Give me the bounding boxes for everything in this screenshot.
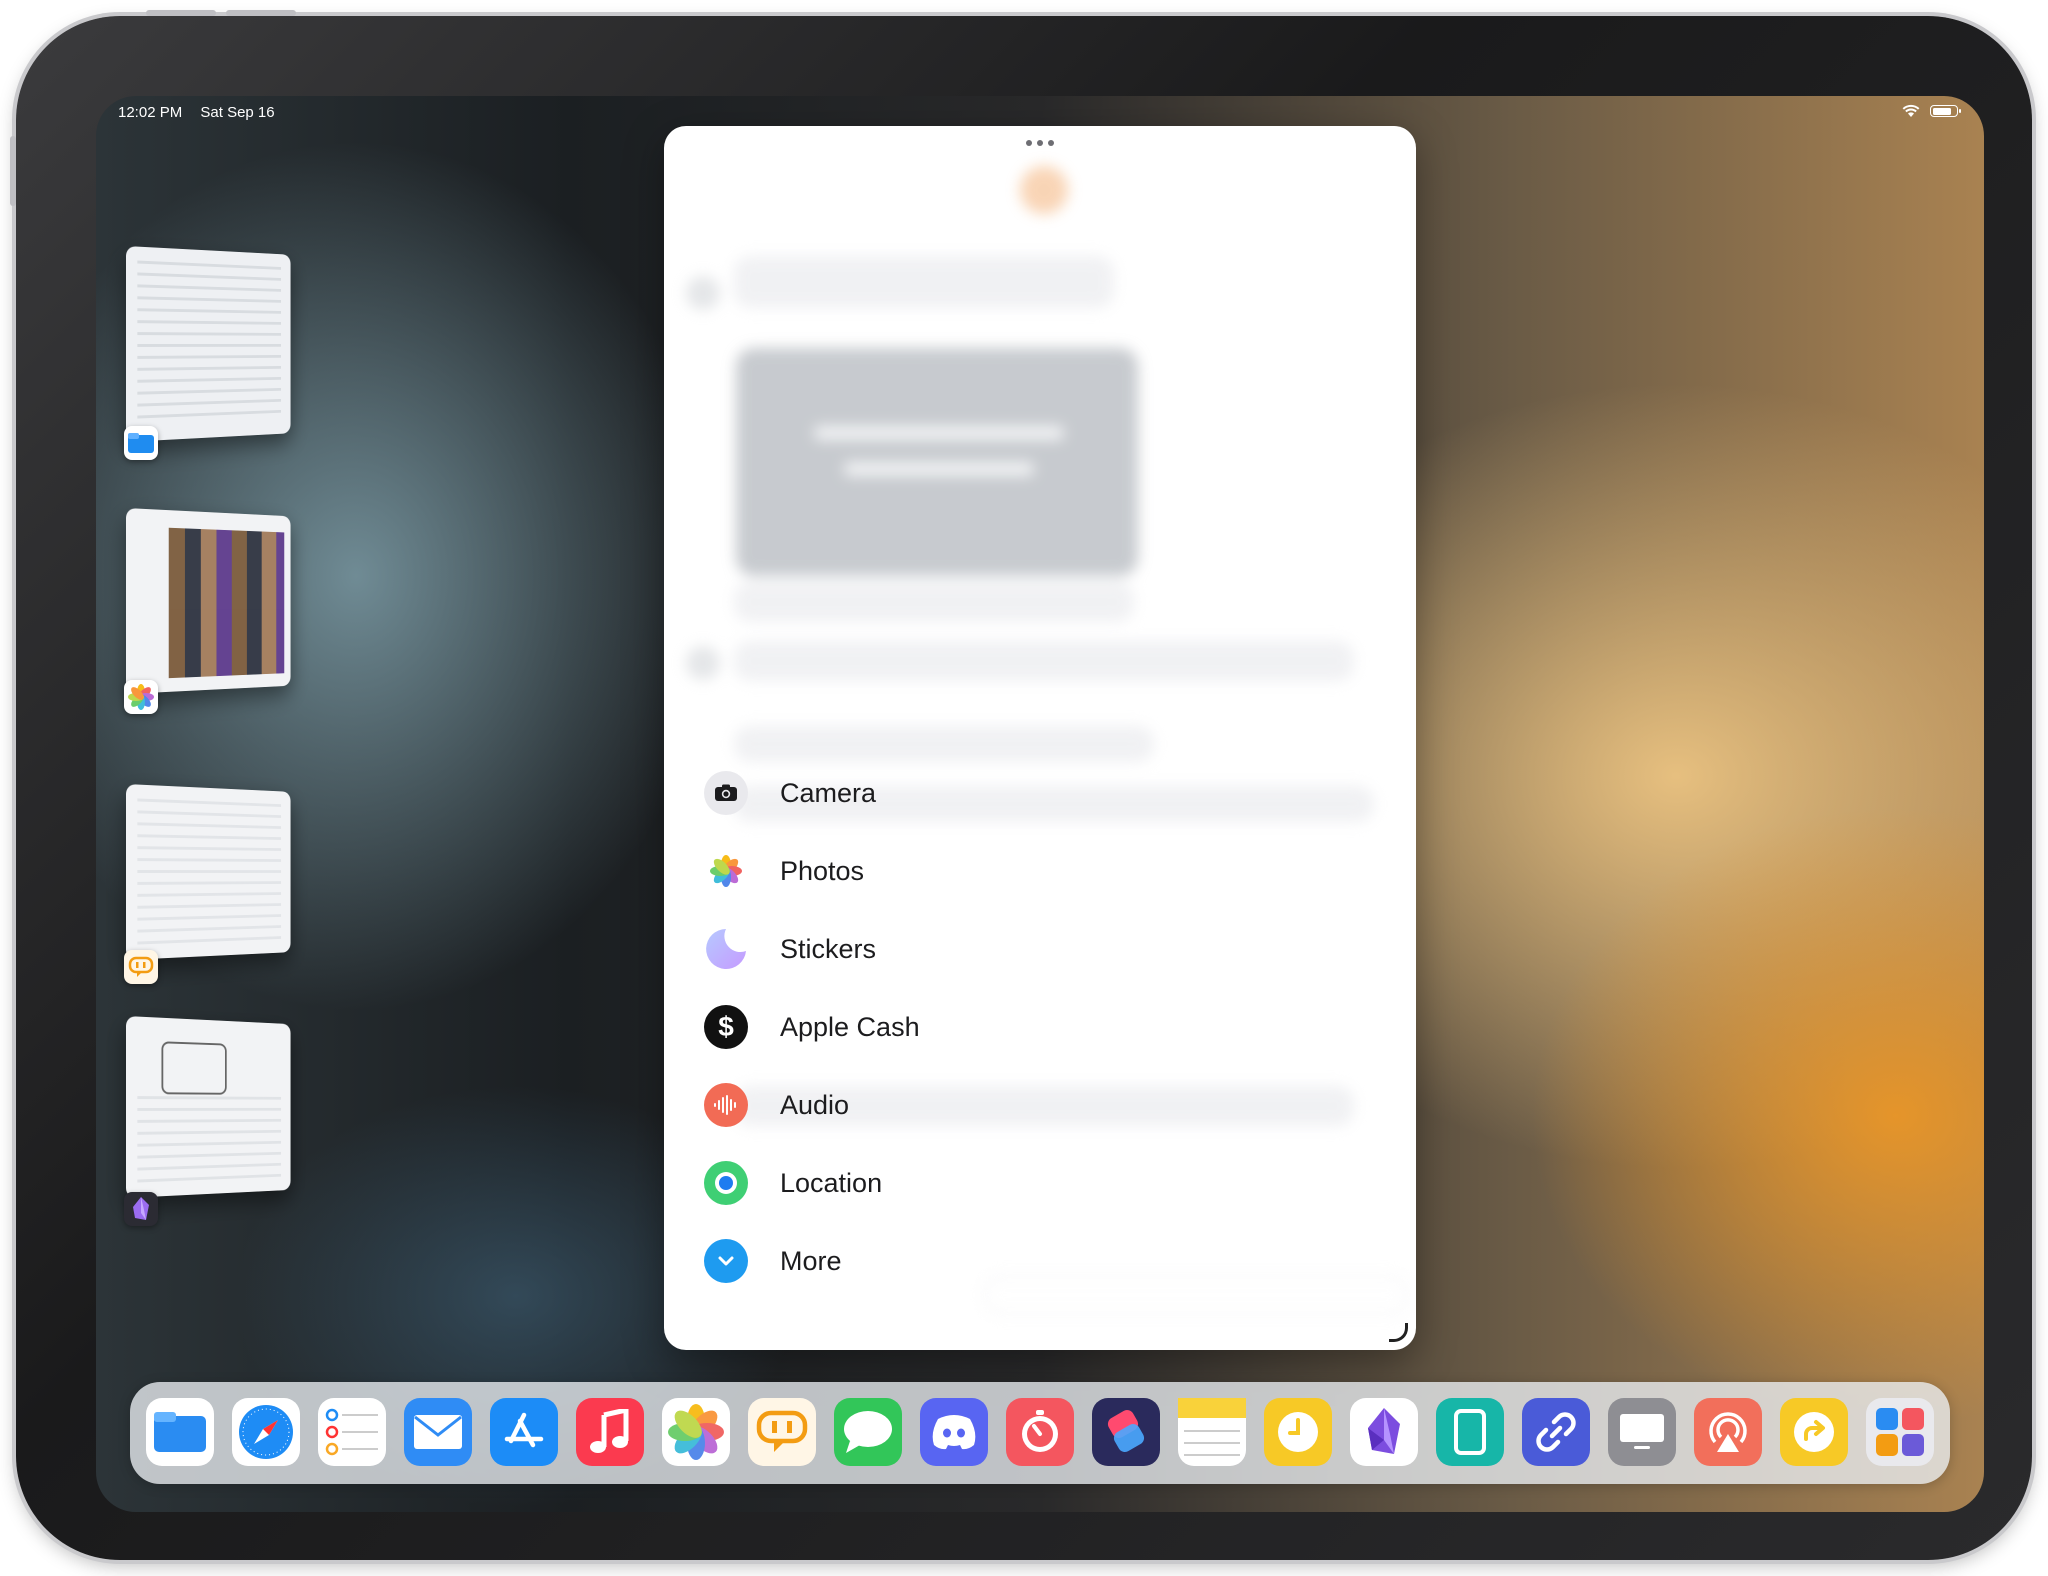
attachment-menu: Camera Photos Stickers $ Apple Cash Audi… bbox=[704, 754, 920, 1300]
airplay-icon bbox=[1709, 1412, 1747, 1452]
status-date: Sat Sep 16 bbox=[200, 104, 275, 121]
menu-item-camera[interactable]: Camera bbox=[704, 754, 920, 832]
link-icon bbox=[1536, 1412, 1576, 1452]
dock-app-files[interactable] bbox=[146, 1398, 214, 1466]
notes-icon bbox=[1178, 1398, 1246, 1456]
timer-icon bbox=[1022, 1410, 1058, 1452]
mail-icon bbox=[414, 1415, 462, 1449]
waveform-icon bbox=[704, 1083, 748, 1127]
shortcuts-icon bbox=[1107, 1410, 1145, 1452]
menu-item-label: Photos bbox=[780, 855, 865, 886]
dock-app-podcast[interactable] bbox=[1694, 1398, 1762, 1466]
dock-app-reminders[interactable] bbox=[318, 1398, 386, 1466]
dock-app-obsidian[interactable] bbox=[1350, 1398, 1418, 1466]
dock-app-app-store[interactable] bbox=[490, 1398, 558, 1466]
stage-window-files[interactable] bbox=[124, 246, 316, 460]
window-grabber[interactable] bbox=[1026, 140, 1054, 146]
safari-icon bbox=[239, 1405, 293, 1459]
chevron-down-icon bbox=[704, 1239, 748, 1283]
files-icon bbox=[124, 426, 158, 460]
menu-item-label: Apple Cash bbox=[780, 1011, 920, 1042]
menu-item-stickers[interactable]: Stickers bbox=[704, 910, 920, 988]
speech-bubble-icon bbox=[124, 950, 158, 984]
stickers-icon bbox=[704, 927, 748, 971]
menu-item-apple-cash[interactable]: $ Apple Cash bbox=[704, 988, 920, 1066]
ipad-frame: 12:02 PM Sat Sep 16 Camera Photos Sticke… bbox=[10, 10, 2032, 1560]
wifi-icon bbox=[1902, 104, 1920, 117]
dock-app-discord[interactable] bbox=[920, 1398, 988, 1466]
dock-app-library[interactable] bbox=[1866, 1398, 1934, 1466]
stage-window-mastodon[interactable] bbox=[124, 784, 316, 984]
stage-window-obsidian[interactable] bbox=[124, 1016, 316, 1226]
dock-app-timer[interactable] bbox=[1006, 1398, 1074, 1466]
menu-item-photos[interactable]: Photos bbox=[704, 832, 920, 910]
dock-app-sidecar[interactable] bbox=[1436, 1398, 1504, 1466]
status-bar: 12:02 PM Sat Sep 16 bbox=[118, 104, 289, 121]
menu-item-label: More bbox=[780, 1245, 842, 1276]
clock-icon bbox=[1278, 1412, 1318, 1452]
app-store-icon bbox=[504, 1412, 544, 1448]
location-icon bbox=[704, 1161, 748, 1205]
discord-icon bbox=[932, 1415, 976, 1450]
photos-icon bbox=[668, 1404, 724, 1460]
reminders-icon bbox=[325, 1408, 378, 1456]
status-time: 12:02 PM bbox=[118, 104, 183, 121]
photos-icon bbox=[704, 849, 748, 893]
obsidian-crystal-icon bbox=[1368, 1408, 1400, 1454]
files-icon bbox=[154, 1412, 206, 1452]
status-indicators bbox=[1902, 104, 1961, 118]
speech-bubble-icon bbox=[756, 1410, 808, 1452]
dock-app-music[interactable] bbox=[576, 1398, 644, 1466]
dock-app-mastodon[interactable] bbox=[748, 1398, 816, 1466]
stage-window-photos[interactable] bbox=[124, 508, 316, 714]
menu-item-label: Audio bbox=[780, 1089, 850, 1120]
messages-icon bbox=[844, 1411, 892, 1453]
menu-item-more[interactable]: More bbox=[704, 1222, 920, 1300]
dollar-icon: $ bbox=[704, 1005, 748, 1049]
menu-item-audio[interactable]: Audio bbox=[704, 1066, 920, 1144]
dock-app-mail[interactable] bbox=[404, 1398, 472, 1466]
dock-app-display[interactable] bbox=[1608, 1398, 1676, 1466]
dock-app-photos[interactable] bbox=[662, 1398, 730, 1466]
photos-icon bbox=[124, 680, 158, 714]
dock-app-messages[interactable] bbox=[834, 1398, 902, 1466]
camera-icon bbox=[704, 771, 748, 815]
dock-app-clock[interactable] bbox=[1264, 1398, 1332, 1466]
battery-icon bbox=[1930, 105, 1961, 117]
menu-item-label: Camera bbox=[780, 777, 877, 808]
dock bbox=[130, 1382, 1950, 1484]
tablet-icon bbox=[1454, 1409, 1486, 1455]
music-icon bbox=[590, 1409, 629, 1453]
dock-app-links[interactable] bbox=[1522, 1398, 1590, 1466]
dock-app-safari[interactable] bbox=[232, 1398, 300, 1466]
share-arrow-icon bbox=[1794, 1412, 1834, 1452]
menu-item-location[interactable]: Location bbox=[704, 1144, 920, 1222]
obsidian-crystal-icon bbox=[124, 1192, 158, 1226]
dock-app-arrow[interactable] bbox=[1780, 1398, 1848, 1466]
menu-item-label: Location bbox=[780, 1167, 883, 1198]
screen: 12:02 PM Sat Sep 16 Camera Photos Sticke… bbox=[96, 96, 1984, 1512]
dock-app-shortcuts[interactable] bbox=[1092, 1398, 1160, 1466]
menu-item-label: Stickers bbox=[780, 933, 877, 964]
display-icon bbox=[1620, 1414, 1664, 1449]
messages-window: Camera Photos Stickers $ Apple Cash Audi… bbox=[664, 126, 1416, 1350]
app-library-icon bbox=[1876, 1408, 1924, 1456]
dock-app-notes[interactable] bbox=[1178, 1398, 1246, 1466]
